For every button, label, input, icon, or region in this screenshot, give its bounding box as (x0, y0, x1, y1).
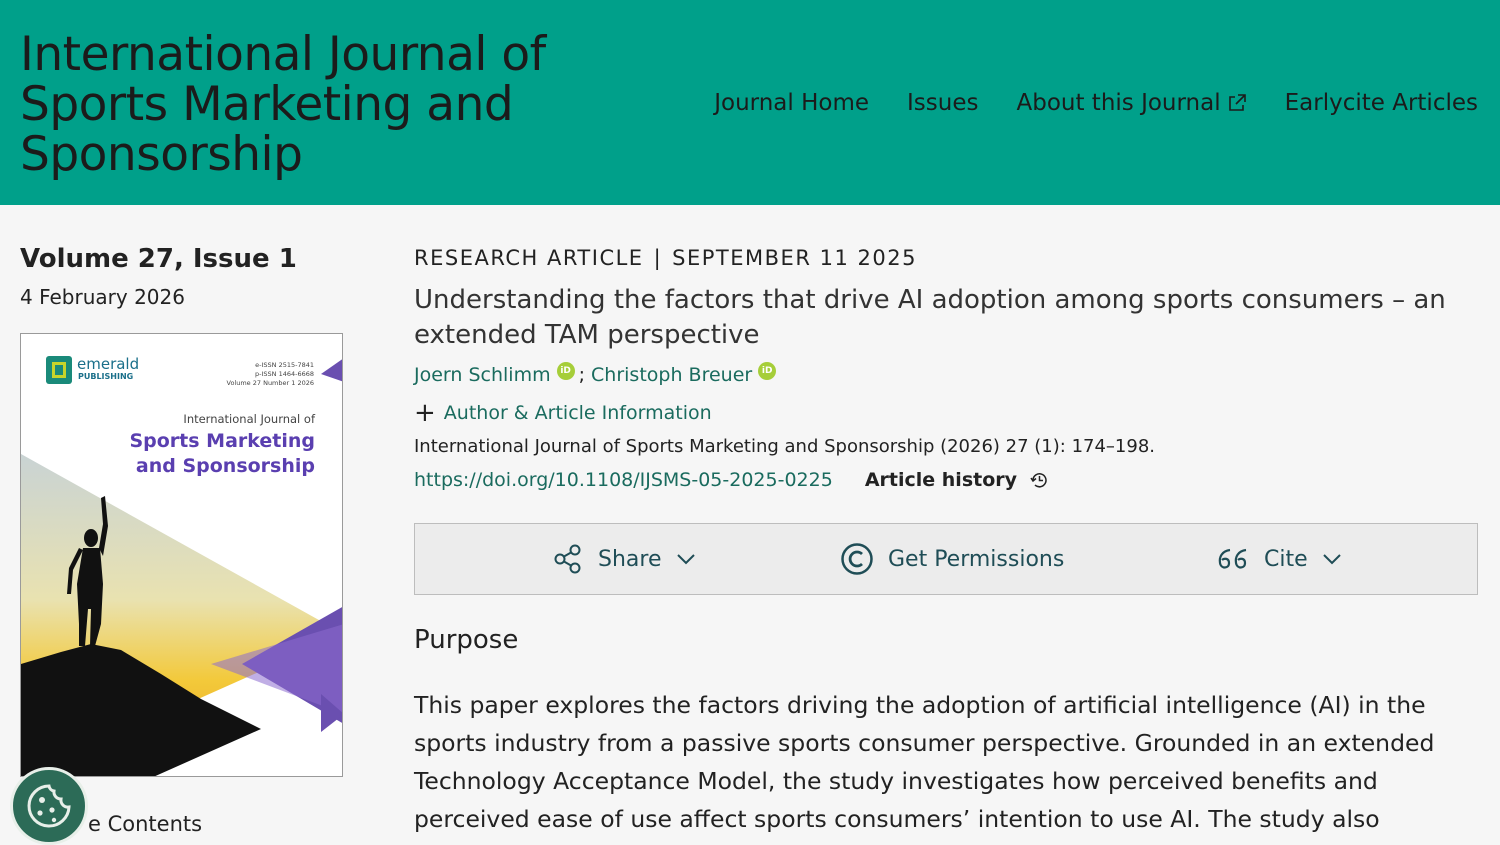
orcid-icon[interactable]: iD (758, 362, 777, 380)
journal-title[interactable]: International Journal of Sports Marketin… (20, 30, 620, 180)
cover-volume: Volume 27 Number 1 2026 (227, 379, 315, 387)
share-icon (554, 544, 581, 574)
author-info-label: Author & Article Information (443, 402, 712, 424)
chevron-down-icon (676, 554, 695, 565)
cover-publisher-name: emerald (77, 355, 139, 373)
share-label: Share (598, 546, 662, 572)
plus-icon: + (414, 398, 436, 428)
main-nav: Journal Home Issues About this Journal E… (714, 90, 1478, 116)
history-icon (1030, 473, 1047, 488)
abstract-text: This paper explores the factors driving … (414, 691, 1435, 845)
issue-cover-image[interactable]: emerald PUBLISHING e-ISSN 2515-7841 p-IS… (20, 333, 343, 777)
article-title: Understanding the factors that drive AI … (414, 285, 1446, 350)
author-list: Joern Schlimm iD ; Christoph Breuer iD (414, 362, 780, 386)
get-permissions-label: Get Permissions (888, 546, 1065, 572)
get-permissions-button[interactable]: Get Permissions (840, 524, 1078, 594)
cover-eissn: e-ISSN 2515-7841 (255, 361, 314, 369)
copyright-icon (841, 543, 873, 575)
cite-button[interactable]: Cite (1216, 524, 1342, 594)
author-article-info-toggle[interactable]: + Author & Article Information (414, 398, 712, 428)
cookie-settings-button[interactable] (10, 767, 88, 845)
issue-date: 4 February 2026 (20, 285, 185, 309)
cite-label: Cite (1264, 546, 1308, 572)
external-link-icon (1228, 94, 1246, 111)
nav-issues[interactable]: Issues (907, 90, 978, 116)
citation-line: International Journal of Sports Marketin… (414, 436, 1156, 457)
doi-link[interactable]: https://doi.org/10.1108/IJSMS-05-2025-02… (414, 469, 833, 491)
site-header: International Journal of Sports Marketin… (0, 0, 1500, 205)
article-history-label: Article history (864, 469, 1018, 491)
cover-journal-line1: International Journal of (183, 412, 316, 426)
doi-row: https://doi.org/10.1108/IJSMS-05-2025-02… (414, 469, 1049, 491)
nav-earlycite-articles[interactable]: Earlycite Articles (1285, 90, 1478, 116)
nav-about-journal-label: About this Journal (1016, 90, 1221, 116)
article-type: RESEARCH ARTICLE (414, 246, 644, 270)
orcid-icon[interactable]: iD (556, 362, 575, 380)
cover-publisher-sub: PUBLISHING (78, 372, 133, 381)
article-meta: RESEARCH ARTICLE | SEPTEMBER 11 2025 (414, 246, 917, 270)
cover-artwork: emerald PUBLISHING e-ISSN 2515-7841 p-IS… (21, 355, 342, 776)
nav-about-journal[interactable]: About this Journal (1016, 90, 1246, 116)
meta-separator: | (653, 246, 663, 270)
cookie-icon (27, 784, 71, 828)
author-link[interactable]: Joern Schlimm (414, 364, 551, 386)
abstract-heading: Purpose (414, 625, 519, 655)
volume-title: Volume 27, Issue 1 (20, 244, 297, 274)
cover-journal-line3: and Sponsorship (136, 455, 315, 477)
author-link[interactable]: Christoph Breuer (591, 364, 752, 386)
article-history-button[interactable]: Article history (865, 469, 1049, 491)
cover-journal-line2: Sports Marketing (129, 430, 315, 452)
nav-journal-home[interactable]: Journal Home (714, 90, 869, 116)
quote-icon (1218, 548, 1247, 569)
share-button[interactable]: Share (552, 524, 696, 594)
author-separator: ; (578, 364, 586, 386)
chevron-down-icon (1322, 554, 1341, 565)
cover-pissn: p-ISSN 1464-6668 (255, 370, 314, 378)
article-toolbar: Share Get Permissions Cite (414, 523, 1478, 595)
table-of-contents-link[interactable]: e Contents (88, 812, 202, 836)
article-date: SEPTEMBER 11 2025 (672, 246, 917, 270)
